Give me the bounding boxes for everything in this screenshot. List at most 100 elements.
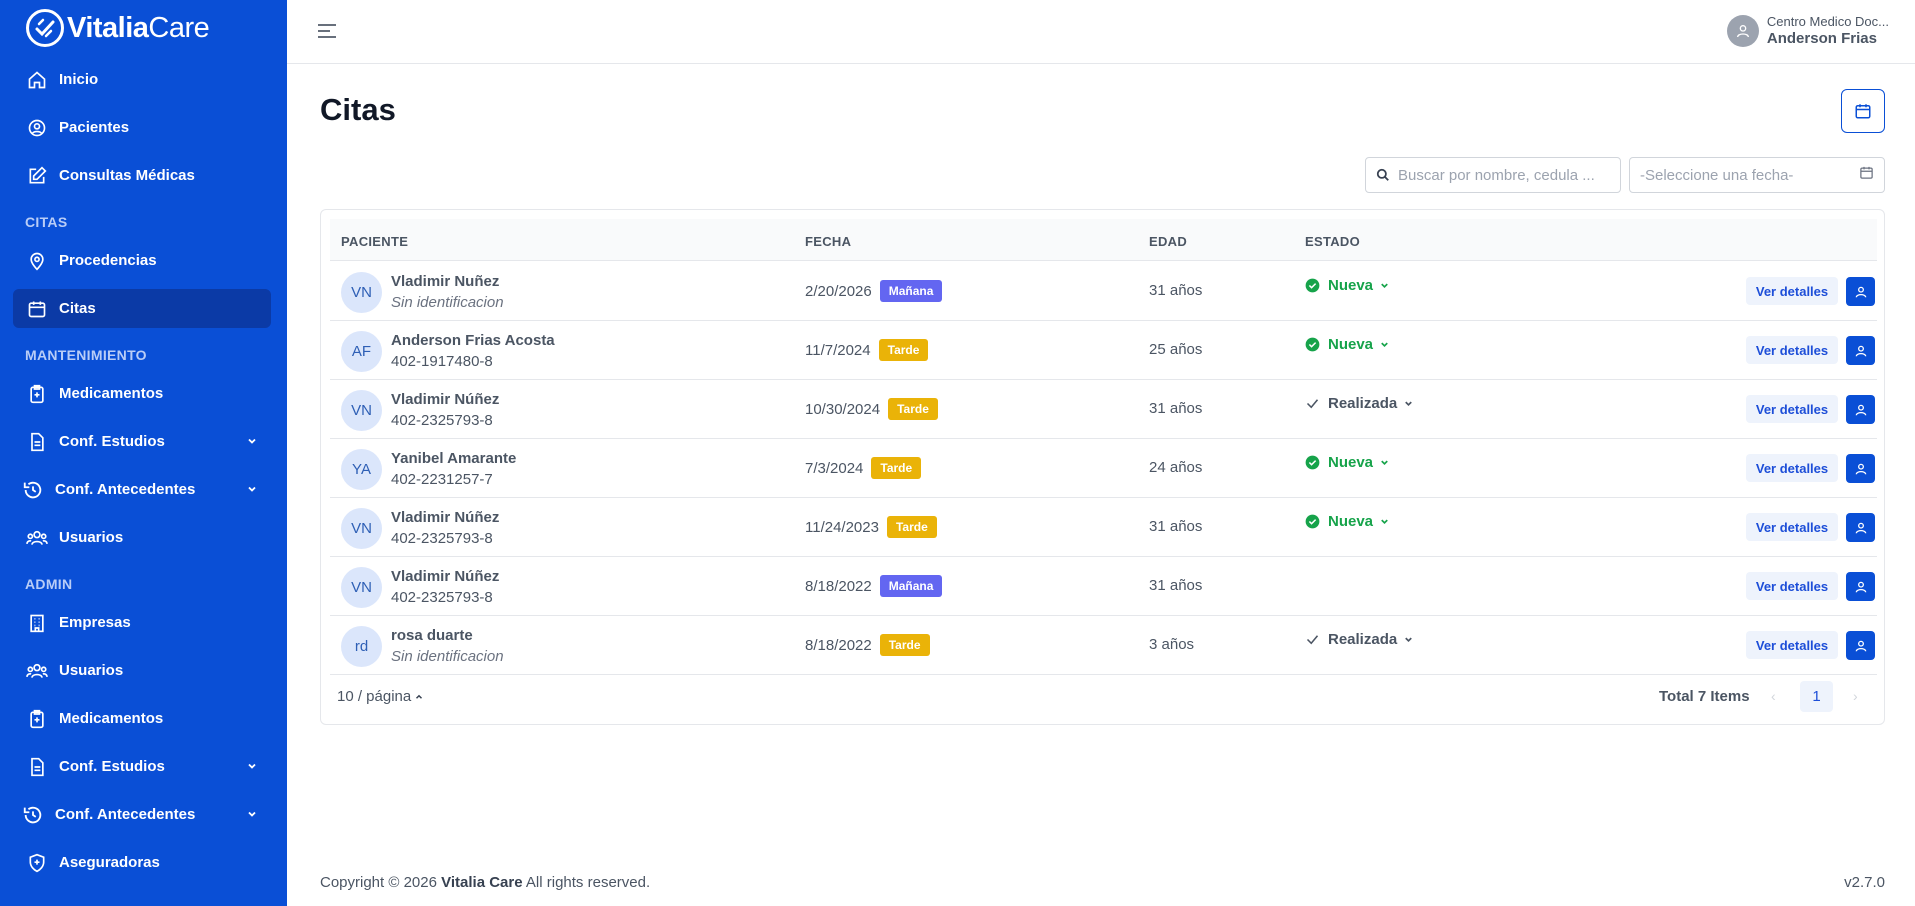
prev-page-button[interactable]: ‹: [1771, 688, 1776, 704]
edit-icon: [26, 165, 48, 187]
sidebar: VitaliaCare Inicio Pacientes Consultas M…: [0, 0, 287, 906]
shift-badge: Mañana: [879, 280, 943, 302]
patient-profile-button[interactable]: [1846, 336, 1875, 365]
sidebar-item-conf-estudios[interactable]: Conf. Estudios: [13, 422, 271, 461]
brand-logo[interactable]: VitaliaCare: [26, 9, 210, 47]
status-dropdown[interactable]: Nueva: [1305, 336, 1390, 353]
status-label: Nueva: [1328, 277, 1374, 294]
date-picker[interactable]: [1629, 157, 1885, 193]
document-icon: [26, 431, 48, 453]
view-details-button[interactable]: Ver detalles: [1746, 513, 1838, 541]
date-input[interactable]: [1640, 166, 1859, 184]
shift-badge: Tarde: [888, 398, 938, 420]
view-details-button[interactable]: Ver detalles: [1746, 336, 1838, 364]
search-input[interactable]: [1398, 166, 1620, 184]
date-text: 11/7/2024: [805, 341, 871, 359]
clipboard-plus-icon: [26, 708, 48, 730]
sidebar-item-procedencias[interactable]: Procedencias: [13, 241, 271, 280]
sidebar-item-aseguradoras[interactable]: Aseguradoras: [13, 843, 271, 882]
sidebar-item-citas[interactable]: Citas: [13, 289, 271, 328]
sidebar-item-empresas[interactable]: Empresas: [13, 603, 271, 642]
status-dropdown[interactable]: Nueva: [1305, 513, 1390, 530]
status-dropdown[interactable]: Nueva: [1305, 454, 1390, 471]
sidebar-item-usuarios[interactable]: Usuarios: [13, 518, 271, 557]
check-circle-icon: [1305, 455, 1320, 470]
appointment-date: 10/30/2024 Tarde: [805, 398, 938, 420]
date-text: 7/3/2024: [805, 459, 864, 477]
sidebar-item-inicio[interactable]: Inicio: [13, 60, 271, 99]
column-header-paciente: PACIENTE: [341, 234, 409, 249]
date-text: 11/24/2023: [805, 518, 879, 536]
page-title: Citas: [320, 92, 396, 127]
patient-profile-button[interactable]: [1846, 454, 1875, 483]
patient-id: 402-2325793-8: [391, 530, 493, 547]
status-dropdown[interactable]: Realizada: [1305, 395, 1414, 412]
date-text: 2/20/2026: [805, 282, 872, 300]
view-details-button[interactable]: Ver detalles: [1746, 454, 1838, 482]
patient-profile-button[interactable]: [1846, 277, 1875, 306]
patient-id: 402-1917480-8: [391, 353, 493, 370]
patient-id: Sin identificacion: [391, 648, 504, 665]
status-label: Nueva: [1328, 454, 1374, 471]
appointments-card: PACIENTE FECHA EDAD ESTADO VN Vladimir Nu…: [320, 209, 1885, 725]
status-label: Realizada: [1328, 395, 1398, 412]
patient-age: 3 años: [1149, 636, 1195, 653]
sidebar-item-label: Empresas: [59, 614, 131, 631]
patient-profile-button[interactable]: [1846, 631, 1875, 660]
check-circle-icon: [1305, 278, 1320, 293]
status-dropdown[interactable]: Nueva: [1305, 277, 1390, 294]
sidebar-item-conf-antecedentes[interactable]: Conf. Antecedentes: [13, 470, 271, 509]
sidebar-item-label: Usuarios: [59, 529, 124, 546]
patient-name: Vladimir Nuñez: [391, 273, 500, 290]
search-field[interactable]: [1365, 157, 1621, 193]
user-circle-icon: [26, 117, 48, 139]
logo-icon: [26, 9, 64, 47]
sidebar-item-conf-estudios-admin[interactable]: Conf. Estudios: [13, 747, 271, 786]
search-icon: [1376, 168, 1390, 182]
calendar-icon: [1859, 165, 1874, 185]
status-dropdown[interactable]: Realizada: [1305, 631, 1414, 648]
home-icon: [26, 69, 48, 91]
sidebar-item-medicamentos[interactable]: Medicamentos: [13, 374, 271, 413]
patient-avatar: VN: [341, 390, 382, 431]
sidebar-item-label: Citas: [59, 300, 96, 317]
sidebar-item-pacientes[interactable]: Pacientes: [13, 108, 271, 147]
sidebar-item-conf-antecedentes-admin[interactable]: Conf. Antecedentes: [13, 795, 271, 834]
patient-profile-button[interactable]: [1846, 395, 1875, 424]
next-page-button[interactable]: ›: [1853, 688, 1858, 704]
view-details-button[interactable]: Ver detalles: [1746, 277, 1838, 305]
sidebar-item-consultas[interactable]: Consultas Médicas: [13, 156, 271, 195]
building-icon: [26, 612, 48, 634]
user-icon: [1855, 640, 1866, 651]
view-details-button[interactable]: Ver detalles: [1746, 572, 1838, 600]
patient-name: Anderson Frias Acosta: [391, 332, 555, 349]
calendar-view-button[interactable]: [1841, 89, 1885, 133]
calendar-icon: [26, 298, 48, 320]
check-circle-icon: [1305, 514, 1320, 529]
menu-toggle-icon[interactable]: [317, 22, 337, 45]
patient-age: 24 años: [1149, 459, 1203, 476]
appointment-date: 2/20/2026 Mañana: [805, 280, 943, 302]
view-details-button[interactable]: Ver detalles: [1746, 395, 1838, 423]
page-number-1[interactable]: 1: [1800, 681, 1833, 712]
user-menu[interactable]: Centro Medico Doc... Anderson Frias: [1726, 14, 1889, 48]
patient-avatar: YA: [341, 449, 382, 490]
column-header-estado: ESTADO: [1305, 234, 1361, 249]
sidebar-item-label: Procedencias: [59, 252, 157, 269]
user-icon: [1855, 463, 1866, 474]
user-name: Anderson Frias: [1766, 29, 1877, 47]
shift-badge: Mañana: [879, 575, 943, 597]
column-header-fecha: FECHA: [805, 234, 852, 249]
view-details-button[interactable]: Ver detalles: [1746, 631, 1838, 659]
top-bar: Centro Medico Doc... Anderson Frias: [287, 0, 1915, 64]
page-size-select[interactable]: 10 / página: [337, 688, 424, 705]
table-row: VN Vladimir Núñez 402-2325793-8 8/18/2022 Ma…: [330, 557, 1877, 616]
sidebar-item-medicamentos-admin[interactable]: Medicamentos: [13, 699, 271, 738]
chevron-down-icon: [1379, 280, 1390, 291]
patient-name: Vladimir Núñez: [391, 391, 500, 408]
patient-profile-button[interactable]: [1846, 513, 1875, 542]
patient-profile-button[interactable]: [1846, 572, 1875, 601]
chevron-down-icon: [1379, 457, 1390, 468]
sidebar-item-usuarios-admin[interactable]: Usuarios: [13, 651, 271, 690]
patient-id: Sin identificacion: [391, 294, 504, 311]
